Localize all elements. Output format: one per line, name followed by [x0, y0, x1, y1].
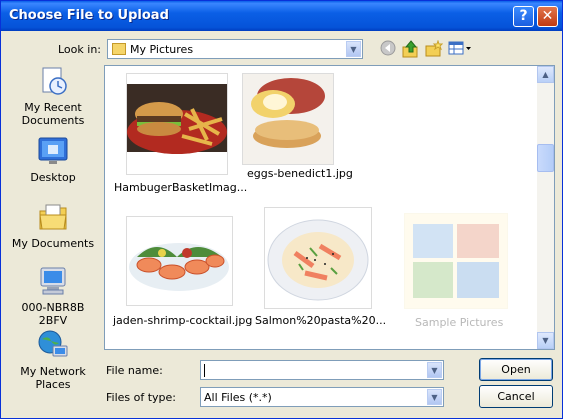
desktop-icon: [37, 135, 69, 167]
file-name-label: HambugerBasketImag...: [114, 181, 248, 194]
file-name-label: Salmon%20pasta%20...: [255, 314, 387, 327]
file-name-label: File name:: [106, 364, 163, 377]
file-type-dropdown[interactable]: All Files (*.*) ▼: [200, 387, 444, 407]
file-type-label: Files of type:: [106, 391, 177, 404]
place-label: My Network Places: [20, 365, 86, 391]
file-thumbnail-eggs-benedict[interactable]: [242, 73, 334, 165]
file-type-value: All Files (*.*): [204, 391, 272, 404]
cancel-button[interactable]: Cancel: [479, 385, 553, 408]
file-thumbnail-hamburger[interactable]: [126, 73, 228, 175]
open-button[interactable]: Open: [479, 358, 553, 381]
sample-pictures-folder-icon[interactable]: [404, 213, 508, 309]
place-recent-documents[interactable]: My Recent Documents: [7, 65, 99, 127]
help-button[interactable]: ?: [513, 6, 534, 27]
place-label: Desktop: [30, 171, 76, 184]
my-documents-icon: [37, 201, 69, 233]
chevron-down-icon[interactable]: ▼: [427, 389, 442, 405]
scroll-down-button[interactable]: ▼: [537, 332, 554, 349]
look-in-value: My Pictures: [130, 43, 194, 56]
scroll-up-button[interactable]: ▲: [537, 66, 554, 83]
text-caret: [204, 364, 205, 377]
place-desktop[interactable]: Desktop: [7, 135, 99, 184]
look-in-label: Look in:: [58, 43, 101, 56]
back-icon[interactable]: [379, 40, 397, 58]
place-my-computer[interactable]: 000-NBR8B2BFV: [7, 265, 99, 327]
file-name-input[interactable]: ▼: [200, 360, 444, 380]
scrollbar-thumb[interactable]: [537, 144, 554, 172]
file-list-view[interactable]: HambugerBasketImag... eggs-benedict1.jpg…: [104, 65, 555, 350]
dialog-title: Choose File to Upload: [9, 8, 169, 23]
vertical-scrollbar[interactable]: ▲ ▼: [537, 66, 554, 349]
file-thumbnail-salmon-pasta[interactable]: [264, 207, 372, 309]
place-label: My Recent Documents: [21, 101, 85, 127]
file-name-label: jaden-shrimp-cocktail.jpg: [113, 314, 253, 327]
up-folder-icon[interactable]: [402, 40, 420, 58]
chevron-down-icon[interactable]: ▼: [427, 362, 442, 378]
my-computer-icon: [37, 265, 69, 297]
places-bar: My Recent Documents Desktop My Documents…: [7, 65, 99, 411]
views-menu-icon[interactable]: [448, 40, 472, 58]
place-label: 000-NBR8B2BFV: [21, 301, 85, 327]
close-button[interactable]: ✕: [537, 6, 558, 27]
file-thumbnail-shrimp-cocktail[interactable]: [126, 216, 233, 306]
look-in-dropdown[interactable]: My Pictures ▼: [107, 39, 363, 59]
place-label: My Documents: [11, 237, 95, 250]
recent-documents-icon: [37, 65, 69, 97]
pictures-folder-icon: [112, 43, 126, 55]
network-places-icon: [37, 329, 69, 361]
place-network[interactable]: My Network Places: [7, 329, 99, 391]
chevron-down-icon[interactable]: ▼: [346, 41, 361, 57]
file-dialog-window: Choose File to Upload ? ✕ Look in: My Pi…: [0, 0, 563, 419]
new-folder-icon[interactable]: [425, 39, 444, 58]
file-name-label: eggs-benedict1.jpg: [247, 167, 353, 180]
title-bar[interactable]: Choose File to Upload ? ✕: [1, 1, 562, 31]
place-my-documents[interactable]: My Documents: [7, 201, 99, 250]
file-name-label: Sample Pictures: [415, 316, 504, 329]
